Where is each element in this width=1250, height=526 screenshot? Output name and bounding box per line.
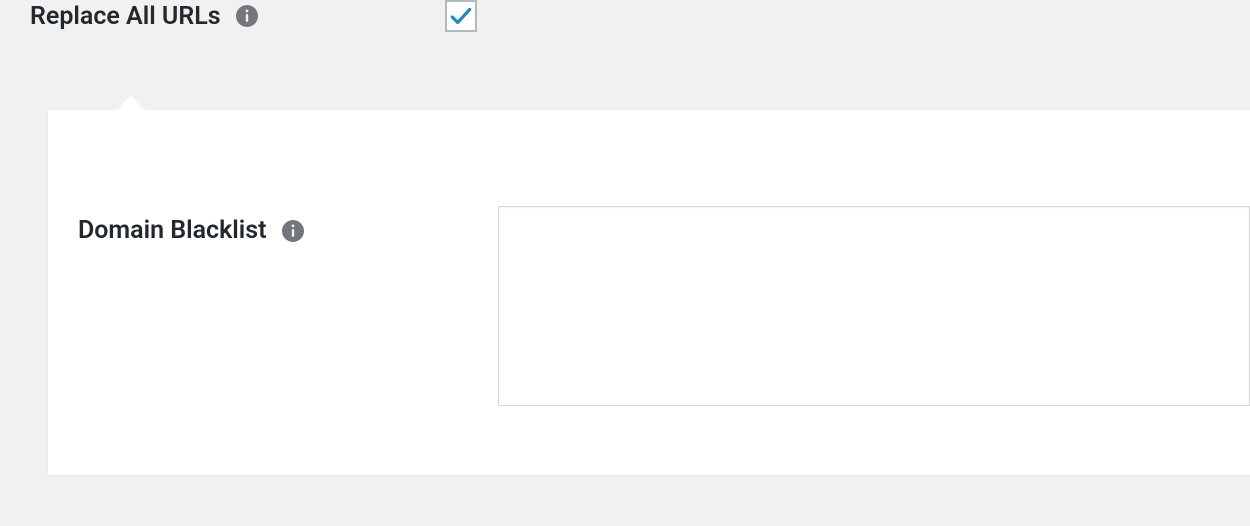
info-icon[interactable] <box>235 4 259 28</box>
domain-blacklist-label: Domain Blacklist <box>78 216 267 245</box>
info-icon[interactable] <box>281 219 305 243</box>
replace-all-urls-label: Replace All URLs <box>30 2 221 31</box>
replace-all-urls-row: Replace All URLs <box>0 0 1250 32</box>
domain-blacklist-label-group: Domain Blacklist <box>78 206 498 245</box>
replace-all-urls-checkbox[interactable] <box>445 0 477 32</box>
replace-all-urls-label-group: Replace All URLs <box>30 2 445 31</box>
domain-blacklist-row: Domain Blacklist <box>48 110 1250 410</box>
domain-blacklist-field <box>498 206 1250 410</box>
settings-panel: Domain Blacklist <box>48 110 1250 475</box>
panel-pointer-icon <box>116 96 146 111</box>
domain-blacklist-textarea[interactable] <box>498 206 1250 406</box>
